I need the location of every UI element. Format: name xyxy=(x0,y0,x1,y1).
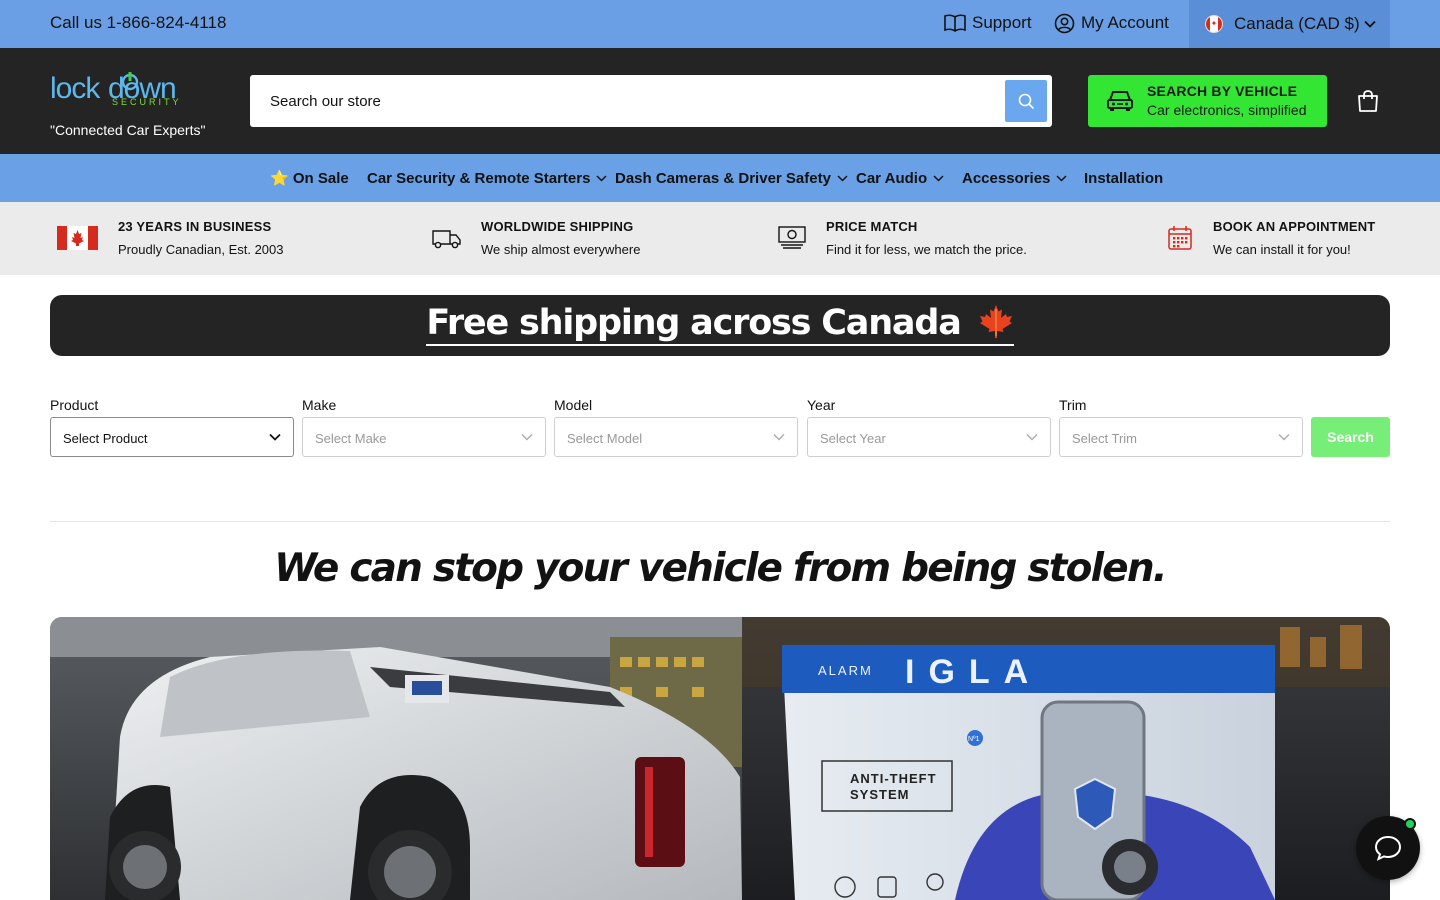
vehicle-button-subtitle: Car electronics, simplified xyxy=(1147,102,1307,118)
trim-select[interactable]: Select Trim xyxy=(1059,417,1303,457)
section-divider xyxy=(50,521,1390,522)
top-utility-bar: Call us 1-866-824-4118 Support My Accoun… xyxy=(0,0,1440,48)
product-select-value: Select Product xyxy=(63,431,148,446)
chevron-down-icon xyxy=(1056,174,1067,182)
tagline: "Connected Car Experts" xyxy=(50,122,206,138)
year-select-value: Select Year xyxy=(820,431,886,446)
make-select-value: Select Make xyxy=(315,431,387,446)
banner-text: Free shipping across Canada xyxy=(426,303,961,343)
hero-illustration: ALARM IGLA ANTI-THEFT SYSTEM Nº1 xyxy=(50,617,1390,900)
site-header: lock down SECURITY "Connected Car Expert… xyxy=(0,48,1440,154)
chevron-down-icon xyxy=(837,174,848,182)
chevron-down-icon xyxy=(269,433,281,441)
nav-label-installation: Installation xyxy=(1084,169,1164,187)
make-select[interactable]: Select Make xyxy=(302,417,546,457)
model-select-value: Select Model xyxy=(567,431,643,446)
nav-label-accessories: Accessories xyxy=(962,169,1051,187)
nav-item-car-audio[interactable]: Car Audio xyxy=(856,154,944,202)
nav-label-on-sale: ⭐ On Sale xyxy=(270,170,349,187)
cart-button[interactable] xyxy=(1356,89,1380,118)
calendar-icon xyxy=(1168,226,1192,250)
trust-desc: Proudly Canadian, Est. 2003 xyxy=(118,242,284,257)
trust-desc: Find it for less, we match the price. xyxy=(826,242,1027,257)
search-by-vehicle-button[interactable]: SEARCH BY VEHICLE Car electronics, simpl… xyxy=(1088,75,1327,127)
trust-desc: We ship almost everywhere xyxy=(481,242,641,257)
trust-desc: We can install it for you! xyxy=(1213,242,1351,257)
cash-icon xyxy=(778,226,806,249)
chat-bubble-icon xyxy=(1374,835,1402,861)
trust-title: PRICE MATCH xyxy=(826,219,918,234)
nav-item-installation[interactable]: Installation xyxy=(1084,154,1163,202)
trust-title: 23 YEARS IN BUSINESS xyxy=(118,219,272,234)
trim-select-value: Select Trim xyxy=(1072,431,1138,446)
car-icon xyxy=(1107,91,1133,111)
finder-search-button[interactable]: Search xyxy=(1311,417,1390,457)
main-navigation: ⭐ On Sale Car Security & Remote Starters… xyxy=(0,154,1440,202)
online-status-dot xyxy=(1404,818,1416,830)
trust-title: WORLDWIDE SHIPPING xyxy=(481,219,634,234)
trust-bar: 23 YEARS IN BUSINESS Proudly Canadian, E… xyxy=(0,202,1440,275)
chevron-down-icon xyxy=(521,434,533,441)
svg-text:SECURITY: SECURITY xyxy=(112,97,182,107)
my-account-link[interactable]: My Account xyxy=(1054,0,1169,46)
search-button[interactable] xyxy=(1005,80,1047,122)
model-select[interactable]: Select Model xyxy=(554,417,798,457)
year-label: Year xyxy=(807,397,836,413)
hero-image[interactable]: ALARM IGLA ANTI-THEFT SYSTEM Nº1 xyxy=(50,617,1390,900)
section-headline: We can stop your vehicle from being stol… xyxy=(274,546,1167,591)
maple-leaf-icon xyxy=(979,305,1012,338)
chevron-down-icon xyxy=(933,174,944,182)
trim-label: Trim xyxy=(1059,397,1087,413)
chevron-down-icon xyxy=(773,434,785,441)
search-icon xyxy=(1018,93,1034,109)
shopping-bag-icon xyxy=(1358,90,1378,112)
chevron-down-icon xyxy=(1364,20,1376,28)
model-label: Model xyxy=(554,397,593,413)
store-search xyxy=(250,75,1052,127)
nav-item-car-security[interactable]: Car Security & Remote Starters xyxy=(367,154,607,202)
banner-text-wrap: Free shipping across Canada xyxy=(50,303,1390,346)
chevron-down-icon xyxy=(1278,434,1290,441)
nav-item-on-sale[interactable]: ⭐ On Sale xyxy=(270,154,349,202)
chevron-down-icon xyxy=(1026,434,1038,441)
account-label: My Account xyxy=(1081,13,1169,32)
chat-widget-button[interactable] xyxy=(1356,816,1420,880)
product-select[interactable]: Select Product xyxy=(50,417,294,457)
free-shipping-banner[interactable]: Free shipping across Canada xyxy=(50,295,1390,356)
year-select[interactable]: Select Year xyxy=(807,417,1051,457)
book-icon xyxy=(944,14,966,32)
svg-text:ALARM: ALARM xyxy=(818,663,873,678)
country-label: Canada (CAD $) xyxy=(1234,14,1360,33)
svg-text:SYSTEM: SYSTEM xyxy=(850,787,909,802)
trust-title: BOOK AN APPOINTMENT xyxy=(1213,219,1376,234)
svg-text:IGLA: IGLA xyxy=(905,653,1042,691)
support-link[interactable]: Support xyxy=(944,0,1032,46)
country-selector[interactable]: ✦ Canada (CAD $) xyxy=(1189,0,1390,48)
canada-flag-icon: ✦ xyxy=(1205,15,1223,33)
svg-text:ANTI-THEFT: ANTI-THEFT xyxy=(850,771,937,786)
banner-underline: Free shipping across Canada xyxy=(426,303,1014,346)
nav-item-dash-cameras[interactable]: Dash Cameras & Driver Safety xyxy=(615,154,848,202)
nav-label-car-security: Car Security & Remote Starters xyxy=(367,169,591,187)
nav-label-car-audio: Car Audio xyxy=(856,169,928,187)
nav-label-dash-cameras: Dash Cameras & Driver Safety xyxy=(615,169,831,187)
nav-item-accessories[interactable]: Accessories xyxy=(962,154,1067,202)
chevron-down-icon xyxy=(596,174,607,182)
search-input[interactable] xyxy=(250,75,990,127)
canada-flag-icon xyxy=(57,226,98,250)
make-label: Make xyxy=(302,397,337,413)
svg-text:lock: lock xyxy=(50,72,101,105)
account-icon xyxy=(1054,13,1075,33)
vehicle-button-title: SEARCH BY VEHICLE xyxy=(1147,83,1298,99)
phone-number[interactable]: Call us 1-866-824-4118 xyxy=(50,0,226,46)
svg-text:Nº1: Nº1 xyxy=(968,736,980,743)
truck-icon xyxy=(432,230,461,249)
support-label: Support xyxy=(972,13,1032,32)
lockdown-logo[interactable]: lock down SECURITY xyxy=(50,68,210,108)
product-label: Product xyxy=(50,397,99,413)
